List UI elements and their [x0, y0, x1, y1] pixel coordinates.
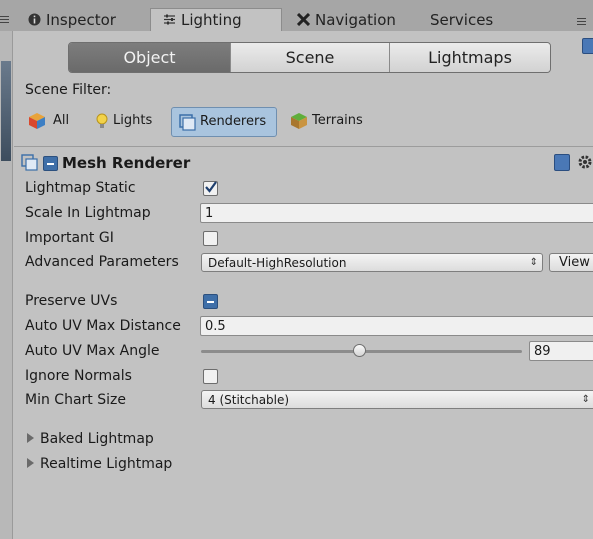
scale-in-lightmap-label: Scale In Lightmap	[25, 205, 151, 221]
tab-navigation-label: Navigation	[315, 11, 396, 29]
advanced-parameters-label: Advanced Parameters	[25, 254, 179, 270]
view-button[interactable]: View	[549, 253, 593, 272]
auto-uv-max-angle-label: Auto UV Max Angle	[25, 343, 160, 359]
tab-services[interactable]: Services	[430, 9, 493, 31]
tab-lighting-label: Lighting	[181, 11, 242, 29]
mixed-value-icon	[207, 301, 214, 303]
ignore-normals-label: Ignore Normals	[25, 368, 132, 384]
mesh-renderer-icon	[21, 154, 38, 171]
min-chart-size-value: 4 (Stitchable)	[208, 393, 290, 407]
help-icon[interactable]	[582, 38, 593, 54]
advanced-parameters-value: Default-HighResolution	[208, 256, 347, 270]
auto-uv-max-angle-slider-handle[interactable]	[353, 344, 366, 357]
min-chart-size-dropdown[interactable]: 4 (Stitchable) ⇕	[201, 390, 593, 409]
important-gi-checkbox[interactable]	[203, 231, 218, 246]
filter-terrains-label: Terrains	[312, 113, 363, 128]
dropdown-arrow-icon: ⇕	[581, 394, 590, 405]
divider	[14, 146, 593, 147]
editor-tab-bar: Inspector Lighting Navigation Services	[0, 0, 593, 31]
filter-renderers-label: Renderers	[200, 114, 267, 129]
filter-terrains-button[interactable]: Terrains	[288, 107, 374, 135]
realtime-lightmap-foldout[interactable]: Realtime Lightmap	[27, 456, 172, 472]
advanced-parameters-dropdown[interactable]: Default-HighResolution ⇕	[201, 253, 543, 272]
tab-services-label: Services	[430, 11, 494, 29]
auto-uv-max-angle-field[interactable]: 89	[529, 341, 593, 361]
baked-lightmap-foldout[interactable]: Baked Lightmap	[27, 431, 154, 447]
lightmap-static-checkbox[interactable]	[203, 181, 218, 196]
filter-lights-button[interactable]: Lights	[91, 107, 161, 135]
filter-renderers-button[interactable]: Renderers	[171, 107, 277, 137]
mode-tab-object[interactable]: Object	[69, 43, 231, 72]
auto-uv-max-distance-field[interactable]: 0.5	[200, 316, 593, 336]
lighting-mode-tabs: Object Scene Lightmaps	[68, 42, 551, 73]
component-title: Mesh Renderer	[62, 154, 191, 172]
min-chart-size-label: Min Chart Size	[25, 392, 126, 408]
tab-navigation[interactable]: Navigation	[297, 9, 396, 31]
mode-tab-lightmaps[interactable]: Lightmaps	[390, 43, 550, 72]
ignore-normals-checkbox[interactable]	[203, 369, 218, 384]
collapsed-arrow-icon	[27, 458, 34, 468]
important-gi-label: Important GI	[25, 230, 114, 246]
auto-uv-max-distance-label: Auto UV Max Distance	[25, 318, 181, 334]
baked-lightmap-label: Baked Lightmap	[40, 431, 154, 447]
terrain-icon	[291, 113, 307, 129]
mode-tab-scene[interactable]: Scene	[231, 43, 390, 72]
collapsed-arrow-icon	[27, 433, 34, 443]
lightmap-static-label: Lightmap Static	[25, 180, 136, 196]
scene-filter-label: Scene Filter:	[25, 82, 112, 98]
preserve-uvs-label: Preserve UVs	[25, 293, 118, 309]
info-icon	[28, 13, 41, 26]
navigation-icon	[297, 13, 310, 26]
filter-all-label: All	[53, 113, 70, 128]
scene-thumbnail	[1, 61, 11, 161]
tab-inspector-label: Inspector	[46, 11, 116, 29]
preserve-uvs-checkbox[interactable]	[203, 294, 218, 309]
panel-menu-icon[interactable]	[577, 18, 586, 25]
scale-in-lightmap-field[interactable]: 1	[200, 203, 593, 223]
all-cube-icon	[29, 113, 45, 129]
filter-lights-label: Lights	[113, 113, 153, 128]
tab-menu-icon[interactable]	[0, 16, 9, 23]
component-enabled-toggle[interactable]	[43, 156, 58, 171]
light-bulb-icon	[96, 113, 108, 128]
tab-lighting[interactable]: Lighting	[150, 8, 282, 31]
tab-inspector[interactable]: Inspector	[28, 9, 116, 31]
left-scene-strip	[0, 31, 13, 539]
dropdown-arrow-icon: ⇕	[529, 257, 538, 268]
filter-all-button[interactable]: All	[26, 107, 76, 135]
lighting-icon	[164, 14, 175, 25]
component-help-icon[interactable]	[554, 154, 570, 171]
renderer-icon	[179, 114, 196, 131]
checkmark-icon	[205, 181, 217, 193]
gear-icon[interactable]	[577, 154, 593, 170]
realtime-lightmap-label: Realtime Lightmap	[40, 456, 173, 472]
